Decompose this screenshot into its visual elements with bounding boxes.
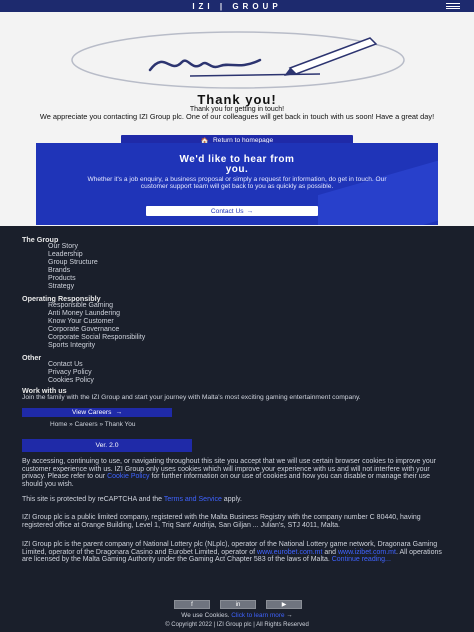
footer-link-our-story[interactable]: Our Story	[48, 243, 78, 251]
cookie-paragraph: By accessing, continuing to use, or navi…	[22, 458, 436, 488]
version-badge: Ver. 2.0	[22, 439, 192, 452]
footer-link-cookies[interactable]: Cookies Policy	[48, 377, 94, 385]
footer-link-csr[interactable]: Corporate Social Responsibility	[48, 334, 145, 342]
hear-description: Whether it's a job enquiry, a business p…	[87, 176, 387, 191]
facebook-icon[interactable]: f	[174, 600, 210, 609]
izibet-link[interactable]: www.izibet.com.mt	[338, 549, 396, 556]
footer-link-contact[interactable]: Contact Us	[48, 361, 83, 369]
hear-title: We'd like to hear from you.	[179, 154, 295, 175]
learn-more-link[interactable]: Click to learn more	[231, 612, 284, 619]
work-description: Join the family with the IZI Group and s…	[22, 394, 361, 401]
linkedin-icon[interactable]: in	[220, 600, 256, 609]
company-paragraph: IZI Group plc is a public limited compan…	[22, 514, 421, 529]
recaptcha-paragraph: This site is protected by reCAPTCHA and …	[22, 496, 242, 503]
terms-link[interactable]: Terms and Service	[164, 496, 222, 503]
footer-link-sports-integrity[interactable]: Sports Integrity	[48, 342, 95, 350]
footer-link-kyc[interactable]: Know Your Customer	[48, 318, 114, 326]
license-paragraph: IZI Group plc is the parent company of N…	[22, 541, 442, 564]
footer-link-leadership[interactable]: Leadership	[48, 251, 83, 259]
view-careers-button[interactable]: View Careers →	[22, 408, 172, 417]
arrow-right-icon: →	[115, 409, 123, 416]
top-navbar: IZI | GROUP	[0, 0, 474, 12]
footer-link-group-structure[interactable]: Group Structure	[48, 259, 98, 267]
cookie-banner: We use Cookies. Click to learn more →	[181, 612, 293, 619]
footer-link-responsible-gaming[interactable]: Responsible Gaming	[48, 302, 113, 310]
arrow-right-icon: →	[286, 612, 293, 619]
thank-you-description: We appreciate you contacting IZI Group p…	[39, 112, 435, 121]
continue-reading-link[interactable]: Continue reading...	[332, 556, 391, 563]
youtube-icon[interactable]: ▶	[266, 600, 302, 609]
breadcrumb[interactable]: Home » Careers » Thank You	[50, 421, 136, 428]
footer-link-aml[interactable]: Anti Money Laundering	[48, 310, 120, 318]
footer-link-brands[interactable]: Brands	[48, 267, 70, 275]
arrow-right-icon: →	[246, 207, 254, 215]
footer-link-governance[interactable]: Corporate Governance	[48, 326, 119, 334]
footer-link-products[interactable]: Products	[48, 275, 76, 283]
hamburger-menu-icon[interactable]	[446, 3, 460, 9]
izi-group-logo[interactable]: IZI | GROUP	[192, 2, 281, 11]
page-title: Thank you!	[197, 92, 277, 107]
copyright: © Copyright 2022 | IZI Group plc | All R…	[165, 622, 309, 628]
footer-link-strategy[interactable]: Strategy	[48, 283, 74, 291]
contact-us-button[interactable]: Contact Us →	[146, 206, 318, 216]
footer-heading-other: Other	[22, 353, 42, 362]
signature-pen-icon	[71, 31, 405, 89]
eurobet-link[interactable]: www.eurobet.com.mt	[257, 549, 322, 556]
footer-link-privacy[interactable]: Privacy Policy	[48, 369, 92, 377]
cookie-policy-link[interactable]: Cookie Policy	[107, 473, 149, 480]
footer: The Group Our Story Leadership Group Str…	[0, 226, 474, 632]
